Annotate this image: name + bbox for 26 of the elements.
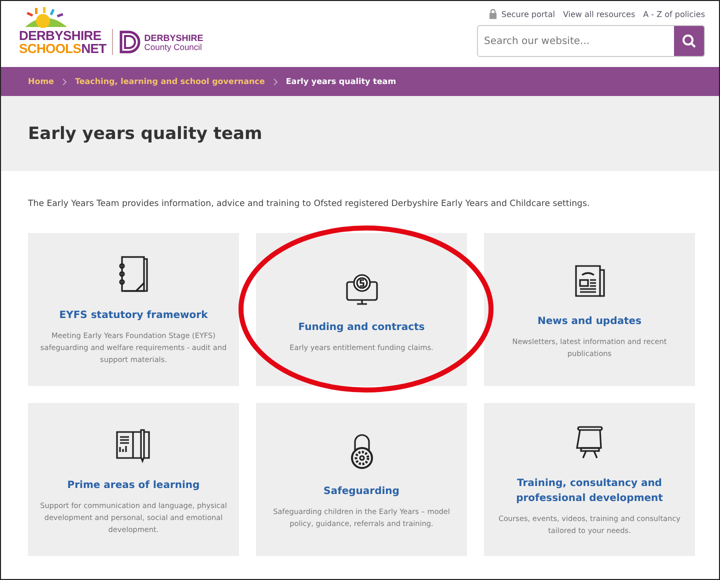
card-title[interactable]: Training, consultancy and professional development — [496, 476, 683, 506]
site-logo[interactable]: DERBYSHIRE SCHOOLSNET DERBYSHIRE County Council — [19, 1, 204, 67]
top-link[interactable]: View all resources — [562, 10, 636, 18]
logo-text: SCHOOLSNET — [19, 42, 106, 55]
breadcrumb-link[interactable]: Teaching, learning and school governance — [74, 77, 265, 86]
search-field[interactable]: Search our website... — [477, 25, 705, 57]
logo-text: DERBYSHIRE — [19, 29, 102, 42]
top-link[interactable]: Secure portal — [501, 10, 555, 18]
card-title[interactable]: Safeguarding — [324, 484, 400, 498]
council-name: County Council — [144, 42, 203, 52]
padlock-icon — [489, 9, 498, 19]
card-title[interactable]: EYFS statutory framework — [59, 308, 208, 322]
search-button[interactable] — [674, 26, 704, 56]
council-logo-icon — [119, 30, 142, 54]
top-link[interactable]: A - Z of policies — [643, 10, 705, 18]
card-title[interactable]: Prime areas of learning — [67, 478, 200, 492]
card-title[interactable]: Funding and contracts — [298, 320, 425, 334]
chevron-icon — [62, 78, 67, 86]
page-title: Early years quality team — [28, 124, 262, 144]
chevron-icon — [272, 78, 278, 86]
intro-text: The Early Years Team provides information, advice and training to Ofsted registered Derbyshire Early Years and Childcare settings. — [28, 199, 591, 209]
search-icon — [682, 34, 696, 48]
breadcrumb-link[interactable]: Early years quality team — [286, 77, 396, 86]
breadcrumb-link[interactable]: Home — [28, 77, 54, 86]
council-name: DERBYSHIRE — [144, 32, 204, 42]
card-title[interactable]: News and updates — [537, 314, 642, 328]
